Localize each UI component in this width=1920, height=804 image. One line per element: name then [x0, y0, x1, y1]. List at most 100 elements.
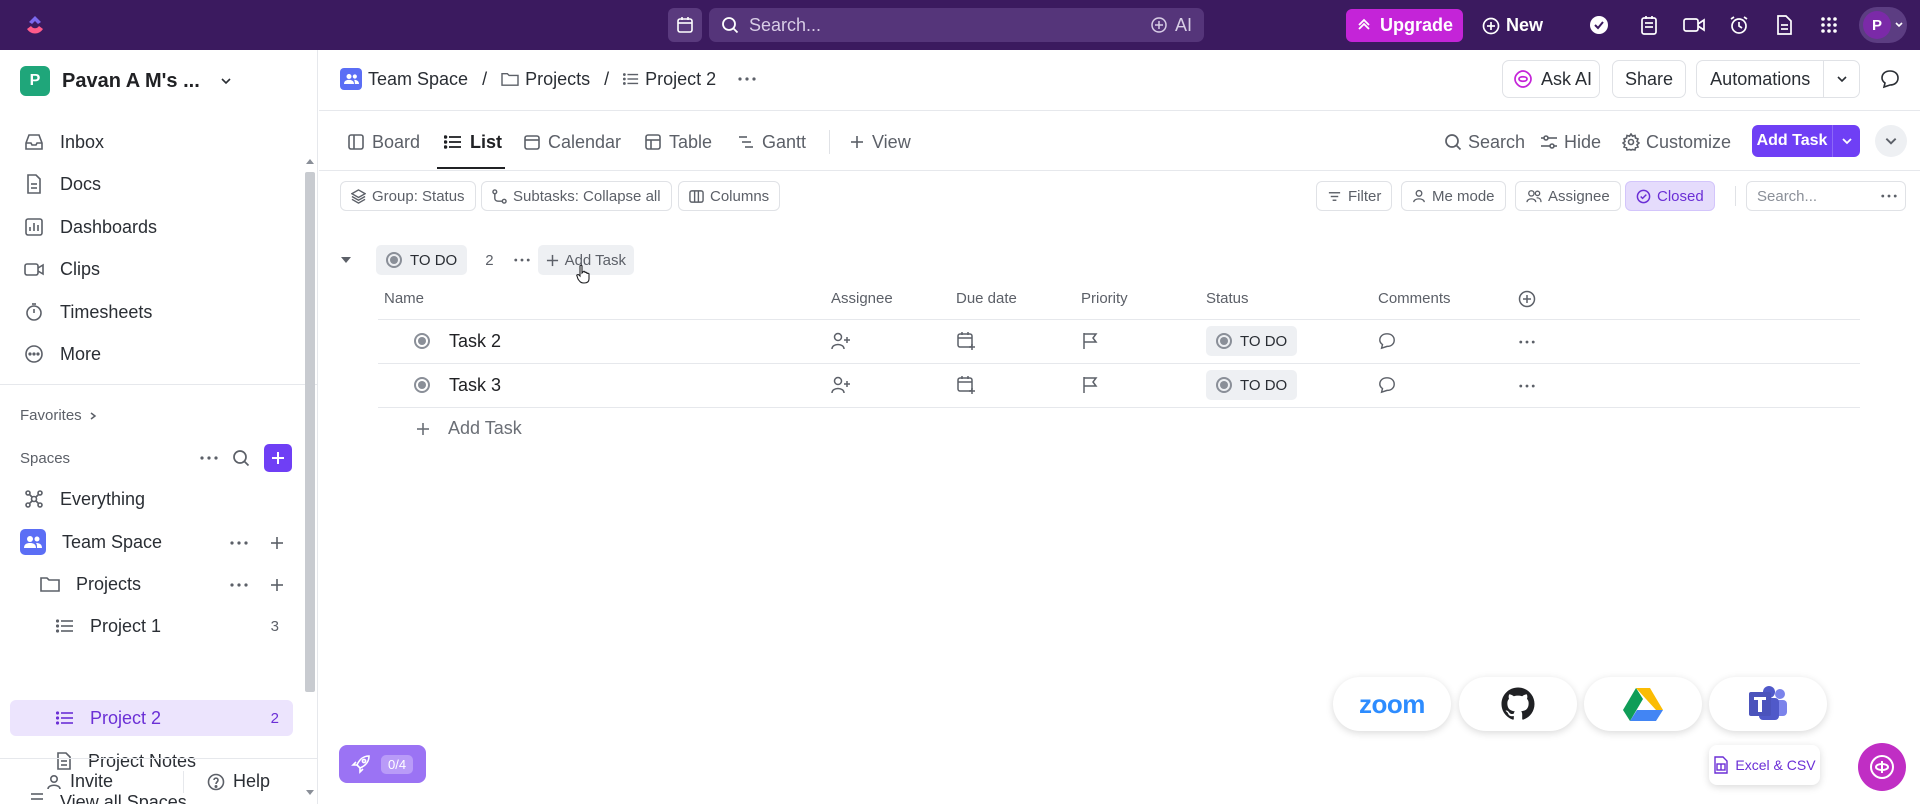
hide-button[interactable]: Hide [1540, 126, 1601, 158]
breadcrumb-list[interactable]: Project 2 [623, 69, 716, 90]
sidebar-item-docs[interactable]: Docs [24, 168, 101, 200]
clickup-logo-icon[interactable] [22, 12, 48, 38]
more-horizontal-icon[interactable] [1881, 194, 1897, 198]
add-task-button[interactable]: Add Task [1752, 125, 1860, 157]
scrollbar-thumb[interactable] [305, 172, 315, 692]
new-button[interactable]: New [1482, 9, 1543, 42]
more-horizontal-icon[interactable] [230, 541, 248, 545]
apps-grid-icon[interactable] [1817, 13, 1841, 37]
columns-button[interactable]: Columns [678, 181, 781, 211]
excel-csv-import-button[interactable]: Excel & CSV [1709, 745, 1820, 785]
comment-bubble-icon[interactable] [1378, 332, 1396, 350]
tab-calendar[interactable]: Calendar [524, 126, 621, 158]
column-header-assignee[interactable]: Assignee [831, 290, 893, 307]
add-task-row[interactable]: Add Task [416, 418, 522, 439]
assignee-filter-button[interactable]: Assignee [1515, 181, 1621, 211]
sidebar-item-timesheets[interactable]: Timesheets [24, 296, 152, 328]
task-status-button[interactable]: TO DO [1206, 326, 1298, 356]
view-search-button[interactable]: Search [1444, 126, 1525, 158]
breadcrumb-folder[interactable]: Projects [501, 69, 590, 90]
create-space-button[interactable] [264, 444, 292, 472]
user-avatar[interactable]: P [1859, 7, 1907, 43]
column-header-priority[interactable]: Priority [1081, 290, 1128, 307]
more-horizontal-icon[interactable] [230, 583, 248, 587]
task-status-icon[interactable] [414, 377, 430, 393]
priority-flag-icon[interactable] [1082, 376, 1098, 394]
workspace-switcher[interactable]: P Pavan A M's ... [20, 66, 232, 96]
global-search-input[interactable]: Search... AI [709, 8, 1204, 42]
zoom-integration-button[interactable]: zoom [1333, 677, 1451, 731]
chevron-down-icon[interactable] [1832, 125, 1860, 157]
sidebar-item-dashboards[interactable]: Dashboards [24, 211, 157, 243]
sidebar-item-clips[interactable]: Clips [24, 253, 100, 285]
chevron-down-icon[interactable] [1823, 61, 1859, 97]
collapse-triangle-icon[interactable] [340, 256, 352, 264]
sidebar-item-more[interactable]: More [24, 338, 101, 370]
tab-table[interactable]: Table [645, 126, 712, 158]
calendar-icon[interactable] [668, 8, 702, 42]
favorites-header[interactable]: Favorites [20, 407, 98, 424]
comment-bubble-icon[interactable] [1378, 376, 1396, 394]
share-button[interactable]: Share [1612, 60, 1686, 98]
closed-filter-button[interactable]: Closed [1625, 181, 1715, 211]
alarm-clock-icon[interactable] [1727, 13, 1751, 37]
tab-board[interactable]: Board [348, 126, 420, 158]
add-view-button[interactable]: View [850, 126, 911, 158]
add-assignee-icon[interactable] [831, 332, 851, 350]
upgrade-button[interactable]: Upgrade [1346, 9, 1463, 42]
priority-flag-icon[interactable] [1082, 332, 1098, 350]
tab-list[interactable]: List [444, 126, 502, 158]
task-name[interactable]: Task 3 [449, 375, 501, 396]
more-horizontal-icon[interactable] [738, 77, 756, 81]
table-row[interactable]: Task 2 TO DO [378, 320, 1860, 363]
column-header-due-date[interactable]: Due date [956, 290, 1017, 307]
onboarding-progress-button[interactable]: 0/4 [339, 745, 426, 783]
column-header-comments[interactable]: Comments [1378, 290, 1451, 307]
due-date-icon[interactable] [956, 375, 976, 395]
plus-icon[interactable] [270, 536, 284, 550]
customize-button[interactable]: Customize [1622, 126, 1731, 158]
video-icon[interactable] [1682, 13, 1706, 37]
status-group-chip[interactable]: TO DO [376, 245, 468, 275]
task-search-input[interactable]: Search... [1746, 181, 1906, 211]
invite-button[interactable]: Invite [46, 771, 113, 792]
collapse-toolbar-button[interactable] [1875, 125, 1907, 157]
sidebar-item-team-space[interactable]: Team Space [20, 526, 162, 558]
sidebar-item-project-2[interactable]: Project 2 2 [10, 700, 293, 736]
help-button[interactable]: Help [207, 771, 270, 792]
column-header-status[interactable]: Status [1206, 290, 1249, 307]
due-date-icon[interactable] [956, 331, 976, 351]
microsoft-teams-integration-button[interactable] [1709, 677, 1827, 731]
sidebar-item-project-1[interactable]: Project 1 3 [10, 608, 293, 644]
more-horizontal-icon[interactable] [1519, 340, 1535, 344]
more-horizontal-icon[interactable] [200, 456, 218, 460]
column-header-name[interactable]: Name [384, 290, 424, 307]
tab-gantt[interactable]: Gantt [738, 126, 806, 158]
notepad-icon[interactable] [1637, 13, 1661, 37]
group-by-button[interactable]: Group: Status [340, 181, 476, 211]
google-drive-integration-button[interactable] [1584, 677, 1702, 731]
github-integration-button[interactable] [1459, 677, 1577, 731]
me-mode-button[interactable]: Me mode [1401, 181, 1506, 211]
task-status-icon[interactable] [414, 333, 430, 349]
search-icon[interactable] [232, 449, 250, 467]
scroll-up-arrow-icon[interactable] [306, 158, 314, 164]
comment-bubble-icon[interactable] [1880, 69, 1900, 89]
breadcrumb-space[interactable]: Team Space [340, 68, 468, 90]
task-status-button[interactable]: TO DO [1206, 370, 1298, 400]
sidebar-item-everything[interactable]: Everything [24, 483, 145, 515]
sidebar-scrollbar[interactable] [305, 158, 315, 795]
subtasks-button[interactable]: Subtasks: Collapse all [481, 181, 672, 211]
more-horizontal-icon[interactable] [1519, 384, 1535, 388]
search-ai-button[interactable]: AI [1150, 8, 1192, 42]
check-circle-icon[interactable] [1587, 13, 1611, 37]
task-name[interactable]: Task 2 [449, 331, 501, 352]
more-horizontal-icon[interactable] [513, 258, 530, 262]
automations-button[interactable]: Automations [1696, 60, 1860, 98]
plus-icon[interactable] [270, 578, 284, 592]
table-row[interactable]: Task 3 TO DO [378, 364, 1860, 407]
ask-ai-button[interactable]: Ask AI [1502, 60, 1600, 98]
add-assignee-icon[interactable] [831, 376, 851, 394]
sidebar-item-projects[interactable]: Projects [40, 568, 141, 600]
sidebar-item-inbox[interactable]: Inbox [24, 126, 104, 158]
